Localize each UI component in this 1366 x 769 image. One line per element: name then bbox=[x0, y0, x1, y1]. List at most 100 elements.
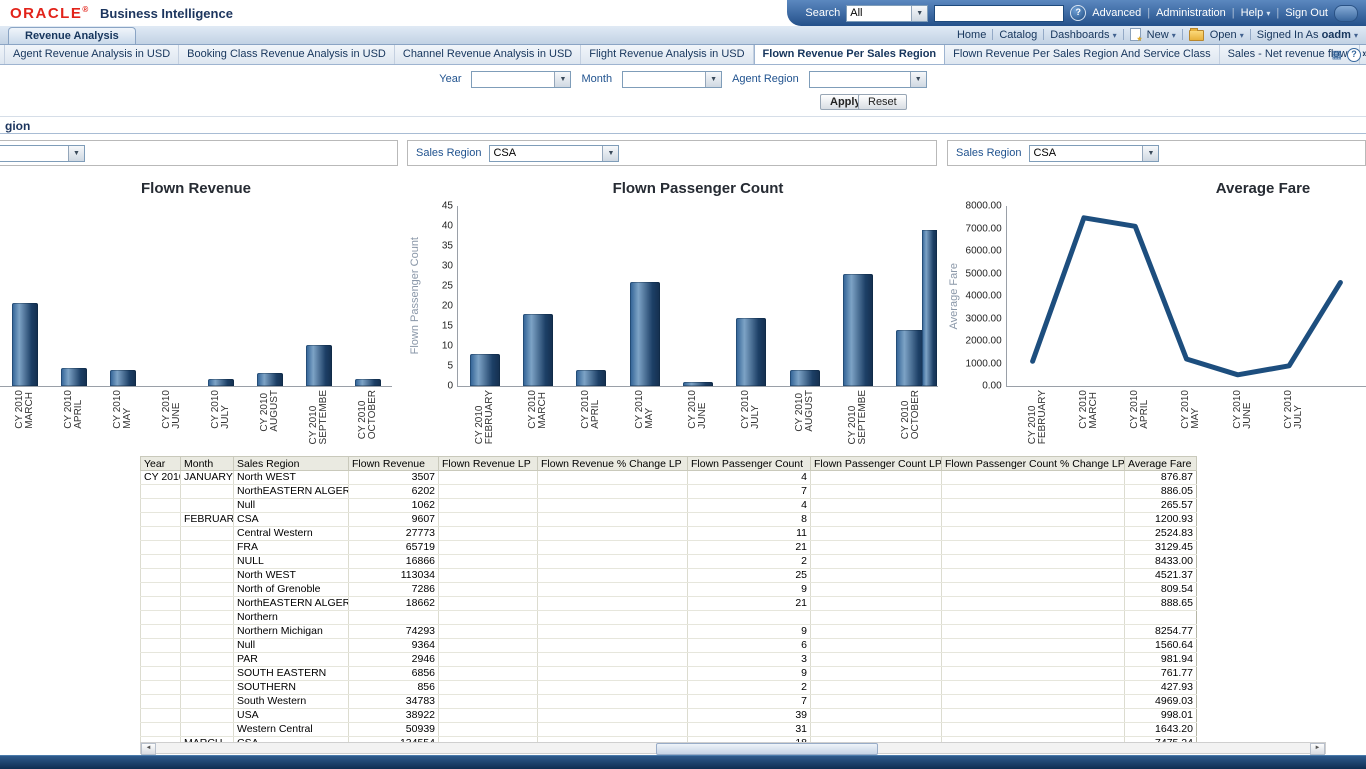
cell-sales-region[interactable]: North of Grenoble bbox=[234, 583, 349, 597]
search-input[interactable] bbox=[934, 5, 1064, 22]
results-table: YearMonthSales RegionFlown RevenueFlown … bbox=[140, 456, 1197, 742]
table-row: South Western3478374969.03 bbox=[141, 695, 1197, 709]
chart-bar[interactable] bbox=[355, 379, 381, 386]
nav-home[interactable]: Home bbox=[957, 29, 986, 41]
sales-region-select[interactable]: CSA ▼ bbox=[489, 145, 619, 162]
sales-region-select[interactable]: CSA ▼ bbox=[1029, 145, 1159, 162]
scrollbar-thumb[interactable] bbox=[656, 743, 878, 755]
agent-region-value bbox=[810, 72, 910, 87]
cell-flown-passenger-count-change-lp bbox=[942, 541, 1125, 555]
page-tab-agent-revenue[interactable]: Agent Revenue Analysis in USD bbox=[4, 45, 179, 64]
x-axis-label: CY 2010APRIL bbox=[49, 390, 98, 429]
inline-help-icon[interactable]: ? bbox=[1070, 5, 1086, 21]
chart-bar[interactable] bbox=[523, 314, 553, 386]
cell-year bbox=[141, 709, 181, 723]
prompt-bar: Year ▼ Month ▼ Agent Region ▼ bbox=[0, 68, 1366, 90]
nav-new[interactable]: New ▾ bbox=[1147, 29, 1176, 41]
page-tab-flown-revenue-service-class[interactable]: Flown Revenue Per Sales Region And Servi… bbox=[945, 45, 1219, 64]
administration-link[interactable]: Administration bbox=[1156, 7, 1226, 19]
cell-sales-region[interactable]: CSA bbox=[234, 513, 349, 527]
signed-in-as[interactable]: Signed In As oadm ▾ bbox=[1257, 29, 1358, 41]
chart-bar[interactable] bbox=[470, 354, 500, 386]
y-axis-tick: 35 bbox=[442, 241, 453, 252]
help-menu[interactable]: Help ▾ bbox=[1241, 7, 1271, 19]
table-row: Northern Michigan7429398254.77 bbox=[141, 625, 1197, 639]
cell-sales-region[interactable]: Northern Michigan bbox=[234, 625, 349, 639]
chart-bar[interactable] bbox=[630, 282, 660, 386]
chart-bar[interactable] bbox=[922, 230, 937, 386]
chart-bar[interactable] bbox=[61, 368, 87, 386]
help-icon[interactable]: ? bbox=[1347, 48, 1361, 62]
page-options-icon[interactable]: ▦ bbox=[1332, 50, 1342, 61]
page-tab-booking-class-revenue[interactable]: Booking Class Revenue Analysis in USD bbox=[179, 45, 395, 64]
table-row: FRA65719213129.45 bbox=[141, 541, 1197, 555]
cell-sales-region[interactable]: USA bbox=[234, 709, 349, 723]
cell-sales-region[interactable]: SOUTHERN bbox=[234, 681, 349, 695]
nav-open[interactable]: Open ▾ bbox=[1210, 29, 1244, 41]
chart-bar[interactable] bbox=[843, 274, 873, 386]
page-tab-flown-revenue-per-sales-region[interactable]: Flown Revenue Per Sales Region bbox=[754, 45, 946, 64]
cell-flown-revenue-change-lp bbox=[538, 723, 688, 737]
cell-sales-region[interactable]: FRA bbox=[234, 541, 349, 555]
cell-month bbox=[181, 499, 234, 513]
page-tab-channel-revenue[interactable]: Channel Revenue Analysis in USD bbox=[395, 45, 581, 64]
cell-sales-region[interactable]: NULL bbox=[234, 555, 349, 569]
cell-sales-region[interactable]: South Western bbox=[234, 695, 349, 709]
chart-bar[interactable] bbox=[683, 382, 713, 386]
cell-sales-region[interactable]: Central Western bbox=[234, 527, 349, 541]
scroll-right-arrow-icon[interactable]: ► bbox=[1310, 743, 1325, 755]
cell-flown-passenger-count: 8 bbox=[688, 513, 811, 527]
sign-out-link[interactable]: Sign Out bbox=[1285, 7, 1328, 19]
cell-sales-region[interactable]: PAR bbox=[234, 653, 349, 667]
x-axis-label: CY 2010APRIL bbox=[565, 390, 618, 429]
cell-flown-passenger-count-lp bbox=[811, 597, 942, 611]
x-axis-label: CY 2010MARCH bbox=[1063, 390, 1114, 429]
cell-flown-passenger-count: 39 bbox=[688, 709, 811, 723]
cell-sales-region[interactable]: Null bbox=[234, 639, 349, 653]
dashboard-tab-revenue-analysis[interactable]: Revenue Analysis bbox=[8, 27, 136, 44]
chart-bar[interactable] bbox=[208, 379, 234, 386]
year-select[interactable]: ▼ bbox=[471, 71, 571, 88]
cell-year bbox=[141, 723, 181, 737]
chart-bar[interactable] bbox=[790, 370, 820, 386]
cell-year bbox=[141, 541, 181, 555]
cell-sales-region[interactable]: Northern bbox=[234, 611, 349, 625]
nav-catalog[interactable]: Catalog bbox=[999, 29, 1037, 41]
cell-sales-region[interactable]: Null bbox=[234, 499, 349, 513]
month-select[interactable]: ▼ bbox=[622, 71, 722, 88]
chart-bar[interactable] bbox=[257, 373, 283, 386]
scroll-left-arrow-icon[interactable]: ◄ bbox=[141, 743, 156, 755]
agent-region-select[interactable]: ▼ bbox=[809, 71, 927, 88]
cell-year bbox=[141, 625, 181, 639]
cell-sales-region[interactable]: North WEST bbox=[234, 569, 349, 583]
cell-flown-passenger-count-lp bbox=[811, 681, 942, 695]
y-axis-tick: 0.00 bbox=[982, 381, 1001, 392]
search-scope-select[interactable]: All ▼ bbox=[846, 5, 928, 22]
chart-bar[interactable] bbox=[110, 370, 136, 386]
horizontal-scrollbar[interactable]: ◄ ► bbox=[140, 742, 1326, 754]
nav-dashboards[interactable]: Dashboards ▾ bbox=[1050, 29, 1116, 41]
advanced-link[interactable]: Advanced bbox=[1092, 7, 1141, 19]
cell-flown-passenger-count-lp bbox=[811, 695, 942, 709]
cell-flown-revenue-lp bbox=[439, 513, 538, 527]
cell-sales-region[interactable]: NorthEASTERN ALGERIA bbox=[234, 485, 349, 499]
prompt-buttons: Apply Reset bbox=[0, 94, 1366, 114]
cell-sales-region[interactable]: Western Central bbox=[234, 723, 349, 737]
cell-flown-revenue-lp bbox=[439, 695, 538, 709]
column-header-flown-revenue-lp: Flown Revenue LP bbox=[439, 457, 538, 471]
chart-bar[interactable] bbox=[736, 318, 766, 386]
chart-bar[interactable] bbox=[576, 370, 606, 386]
cell-sales-region[interactable]: NorthEASTERN ALGERIA bbox=[234, 597, 349, 611]
cell-sales-region[interactable]: North WEST bbox=[234, 471, 349, 485]
y-axis-title: Flown Passenger Count bbox=[407, 206, 423, 386]
chart-bar[interactable] bbox=[306, 345, 332, 386]
year-value bbox=[472, 72, 554, 87]
chart-bar[interactable] bbox=[12, 303, 38, 386]
cell-sales-region[interactable]: SOUTH EASTERN bbox=[234, 667, 349, 681]
page-tab-flight-revenue[interactable]: Flight Revenue Analysis in USD bbox=[581, 45, 753, 64]
reset-button[interactable]: Reset bbox=[858, 94, 907, 110]
region-select[interactable]: ▼ bbox=[0, 145, 85, 162]
cell-flown-revenue bbox=[349, 611, 439, 625]
table-row: SOUTHERN8562427.93 bbox=[141, 681, 1197, 695]
cell-flown-revenue: 65719 bbox=[349, 541, 439, 555]
